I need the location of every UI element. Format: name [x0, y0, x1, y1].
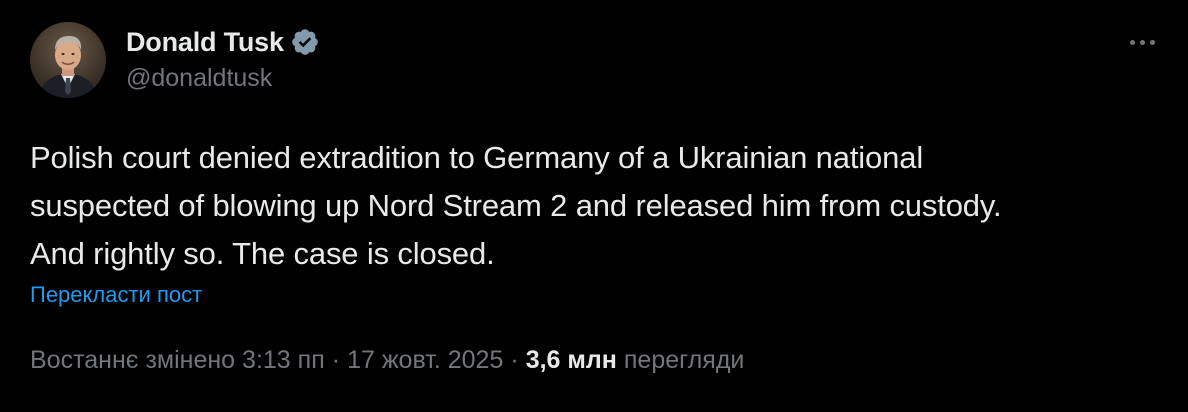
more-options-icon: [1129, 39, 1135, 45]
tweet-text: Polish court denied extradition to Germa…: [30, 134, 1160, 278]
avatar[interactable]: [30, 22, 106, 98]
verified-badge-icon[interactable]: [290, 27, 320, 57]
tweet-text-line: And rightly so. The case is closed.: [30, 236, 495, 271]
meta-separator: ·: [510, 346, 519, 374]
translate-post-link[interactable]: Перекласти пост: [30, 282, 202, 308]
more-options-button[interactable]: [1122, 24, 1162, 60]
more-options-dot: [1149, 39, 1155, 45]
author-handle[interactable]: @donaldtusk: [126, 64, 272, 93]
tweet-text-line: Polish court denied extradition to Germa…: [30, 140, 924, 175]
tweet-text-line: suspected of blowing up Nord Stream 2 an…: [30, 188, 1002, 223]
tweet-card: Donald Tusk @donaldtusk Polish court den…: [0, 0, 1188, 412]
views-count: 3,6 млн: [525, 346, 617, 374]
views-label: перегляди: [623, 346, 745, 374]
author-display-name[interactable]: Donald Tusk: [126, 27, 284, 58]
post-time[interactable]: 3:13 пп: [242, 346, 325, 375]
author-name-row: Donald Tusk: [126, 24, 320, 60]
edited-label[interactable]: Востаннє змінено: [30, 346, 235, 375]
more-options-dot: [1139, 39, 1145, 45]
post-date[interactable]: 17 жовт. 2025: [347, 346, 503, 375]
meta-separator: ·: [331, 346, 341, 374]
tweet-meta: Востаннє змінено 3:13 пп · 17 жовт. 2025…: [30, 346, 744, 375]
